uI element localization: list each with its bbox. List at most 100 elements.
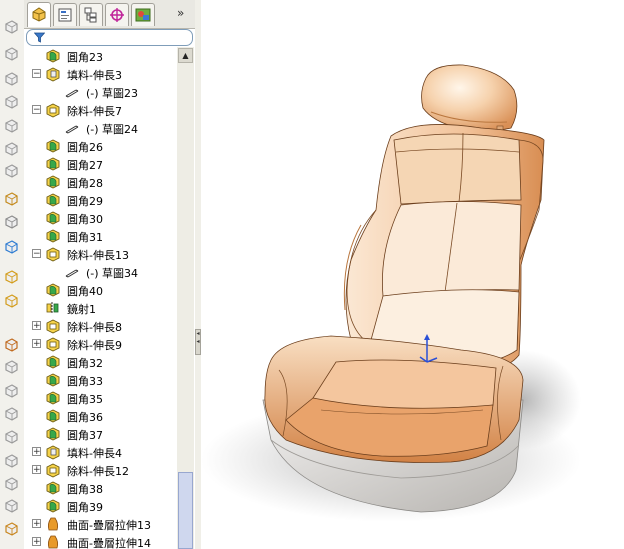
view-cube-6-icon[interactable] xyxy=(3,140,20,157)
feature-tree-item[interactable]: + 除料-伸長8 xyxy=(24,317,180,335)
cut-feature-icon[interactable] xyxy=(3,358,20,375)
expand-plus-icon[interactable]: + xyxy=(32,321,41,331)
feature-tree-item[interactable]: 圓角40 xyxy=(24,281,180,299)
loft-icon[interactable] xyxy=(3,497,20,514)
feature-tree-item[interactable]: 鏡射1 xyxy=(24,299,180,317)
feature-tree-item[interactable]: + 除料-伸長12 xyxy=(24,461,180,479)
expand-plus-icon[interactable]: + xyxy=(32,537,41,547)
surface-loft-icon xyxy=(45,516,61,532)
feature-tree-filter[interactable] xyxy=(26,29,193,46)
feature-tree-item[interactable]: 圓角39 xyxy=(24,497,180,515)
feature-tree-item[interactable]: + 曲面-疊層拉伸13 xyxy=(24,515,180,533)
fillet-icon xyxy=(45,228,61,244)
feature-tree-item[interactable]: (-) 草圖23 xyxy=(24,83,180,101)
feature-tree-item-label: 除料-伸長12 xyxy=(67,465,129,478)
feature-tree-item[interactable]: (-) 草圖24 xyxy=(24,119,180,137)
shell-icon[interactable] xyxy=(3,382,20,399)
car-seat-model xyxy=(201,64,581,522)
feature-tree-item[interactable]: 圓角27 xyxy=(24,155,180,173)
expand-plus-icon[interactable]: + xyxy=(32,339,41,349)
collapse-minus-icon[interactable]: − xyxy=(32,69,41,79)
feature-tree-item[interactable]: + 曲面-疊層拉伸14 xyxy=(24,533,180,549)
expand-plus-icon[interactable]: + xyxy=(32,519,41,529)
feature-tree-item-label: 圓角40 xyxy=(67,285,103,298)
featuremanager-icon xyxy=(32,7,46,22)
feature-tree-item[interactable]: 圓角30 xyxy=(24,209,180,227)
feature-tree-item-label: 圓角26 xyxy=(67,141,103,154)
feature-tree-item-label: 除料-伸長9 xyxy=(67,339,122,352)
tab-configurationmanager[interactable] xyxy=(79,3,103,26)
feature-tree-item[interactable]: − 除料-伸長7 xyxy=(24,101,180,119)
surface-icon[interactable] xyxy=(3,520,20,537)
scroll-up-arrow-icon[interactable]: ▲ xyxy=(178,48,193,63)
feature-tree-item[interactable]: 圓角37 xyxy=(24,425,180,443)
expand-plus-icon[interactable]: + xyxy=(32,465,41,475)
feature-tree-item[interactable]: 圓角28 xyxy=(24,173,180,191)
graphics-area[interactable] xyxy=(201,0,624,549)
reference-geometry-icon[interactable] xyxy=(3,268,20,285)
feature-tree-item-label: 圓角28 xyxy=(67,177,103,190)
extrude-cut-icon xyxy=(45,246,61,262)
feature-tree-item[interactable]: + 除料-伸長9 xyxy=(24,335,180,353)
sketch-icon xyxy=(64,264,80,280)
feature-tree-item[interactable]: 圓角36 xyxy=(24,407,180,425)
view-cube-2-icon[interactable] xyxy=(3,45,20,62)
mirror-icon xyxy=(45,300,61,316)
curves-icon[interactable] xyxy=(3,292,20,309)
feature-tree-item-label: 曲面-疊層拉伸14 xyxy=(67,537,151,549)
feature-tree-item[interactable]: 圓角23 xyxy=(24,47,180,65)
sketch-tool-icon[interactable] xyxy=(3,190,20,207)
feature-tree-item[interactable]: 圓角35 xyxy=(24,389,180,407)
feature-tree-item[interactable]: 圓角38 xyxy=(24,479,180,497)
pattern-icon[interactable] xyxy=(3,452,20,469)
tab-display-manager[interactable] xyxy=(131,3,155,26)
view-cube-4-icon[interactable] xyxy=(3,93,20,110)
feature-tree-item[interactable]: + 填料-伸長4 xyxy=(24,443,180,461)
extrude-cut-icon xyxy=(45,336,61,352)
collapse-minus-icon[interactable]: − xyxy=(32,249,41,259)
fillet-icon xyxy=(45,174,61,190)
rib-icon[interactable] xyxy=(3,428,20,445)
fillet-icon xyxy=(45,390,61,406)
feature-tree-item[interactable]: 圓角26 xyxy=(24,137,180,155)
fillet-icon xyxy=(45,372,61,388)
view-cube-icon[interactable] xyxy=(3,18,20,35)
dome-icon[interactable] xyxy=(3,475,20,492)
fillet-icon xyxy=(45,480,61,496)
view-iso-icon[interactable] xyxy=(3,162,20,179)
feature-manager-panel: » 圓角23 − 填料-伸長3 (-) 草圖23 − 除料-伸長7 (-) 草圖24 圓角26… xyxy=(24,0,196,549)
filter-icon xyxy=(34,32,45,43)
relations-icon[interactable] xyxy=(3,238,20,255)
feature-tree-item-label: 圓角30 xyxy=(67,213,103,226)
expand-plus-icon[interactable]: + xyxy=(32,447,41,457)
feature-tree-item[interactable]: 圓角29 xyxy=(24,191,180,209)
display-manager-icon xyxy=(135,8,151,22)
smart-dimension-icon[interactable] xyxy=(3,213,20,230)
feature-tree-item-label: (-) 草圖24 xyxy=(86,123,139,136)
more-tabs-chevron-icon[interactable]: » xyxy=(177,6,189,20)
tab-dimxpert[interactable] xyxy=(105,3,129,26)
feature-tree-item-label: 鏡射1 xyxy=(67,303,96,316)
feature-tree-item[interactable]: − 填料-伸長3 xyxy=(24,65,180,83)
tab-featuremanager[interactable] xyxy=(27,2,51,27)
feature-tree-item[interactable]: − 除料-伸長13 xyxy=(24,245,180,263)
collapse-minus-icon[interactable]: − xyxy=(32,105,41,115)
tab-propertymanager[interactable] xyxy=(53,3,77,26)
boss-feature-icon[interactable] xyxy=(3,336,20,353)
sketch-icon xyxy=(64,84,80,100)
feature-tree-item[interactable]: 圓角33 xyxy=(24,371,180,389)
draft-icon[interactable] xyxy=(3,405,20,422)
feature-tree-item[interactable]: (-) 草圖34 xyxy=(24,263,180,281)
view-cube-5-icon[interactable] xyxy=(3,117,20,134)
feature-tree-item[interactable]: 圓角31 xyxy=(24,227,180,245)
fillet-icon xyxy=(45,48,61,64)
extrude-boss-icon xyxy=(45,66,61,82)
feature-tree-scrollbar[interactable]: ▲ xyxy=(177,47,194,549)
sketch-icon xyxy=(64,120,80,136)
scrollbar-thumb[interactable] xyxy=(178,472,193,549)
view-cube-3-icon[interactable] xyxy=(3,70,20,87)
feature-tree-item-label: 圓角31 xyxy=(67,231,103,244)
feature-tree-item[interactable]: 圓角32 xyxy=(24,353,180,371)
feature-tree-item-label: (-) 草圖34 xyxy=(86,267,139,280)
fillet-icon xyxy=(45,408,61,424)
